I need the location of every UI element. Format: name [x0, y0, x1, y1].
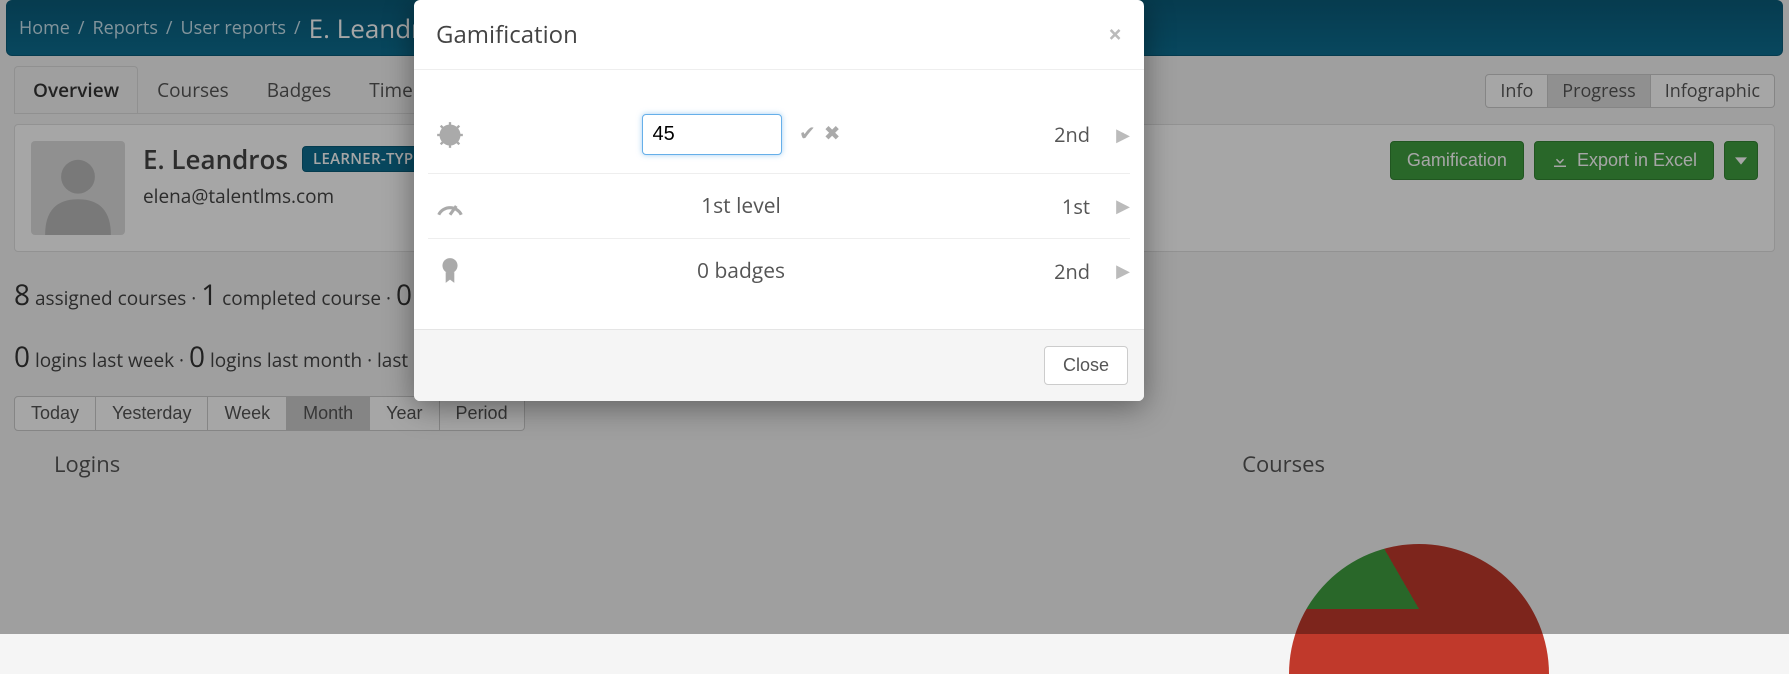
points-center: ✔ ✖ [472, 114, 1010, 155]
badges-rank: 2nd [1010, 258, 1090, 285]
close-button[interactable]: Close [1044, 346, 1128, 385]
points-expand-icon[interactable]: ▶ [1090, 123, 1130, 147]
points-rank: 2nd [1010, 121, 1090, 148]
cancel-icon[interactable]: ✖ [824, 119, 841, 146]
level-expand-icon[interactable]: ▶ [1090, 194, 1130, 218]
badges-label[interactable]: 0 badges [472, 257, 1010, 285]
badge-icon [428, 257, 472, 285]
points-icon [428, 121, 472, 149]
modal-body: ✔ ✖ 2nd ▶ 1st level 1st ▶ 0 badges 2nd ▶ [414, 70, 1144, 329]
level-rank: 1st [1010, 193, 1090, 220]
gauge-icon [428, 194, 472, 218]
badges-row: 0 badges 2nd ▶ [428, 239, 1130, 303]
badges-expand-icon[interactable]: ▶ [1090, 259, 1130, 283]
modal-title: Gamification [436, 18, 578, 51]
gamification-modal: Gamification × ✔ ✖ 2nd ▶ 1st level 1st [414, 0, 1144, 401]
modal-footer: Close [414, 329, 1144, 401]
level-label[interactable]: 1st level [472, 192, 1010, 220]
level-row: 1st level 1st ▶ [428, 174, 1130, 239]
modal-header: Gamification × [414, 0, 1144, 70]
close-icon[interactable]: × [1108, 23, 1122, 47]
points-input[interactable] [642, 114, 782, 155]
points-row: ✔ ✖ 2nd ▶ [428, 96, 1130, 174]
confirm-icon[interactable]: ✔ [799, 119, 816, 146]
